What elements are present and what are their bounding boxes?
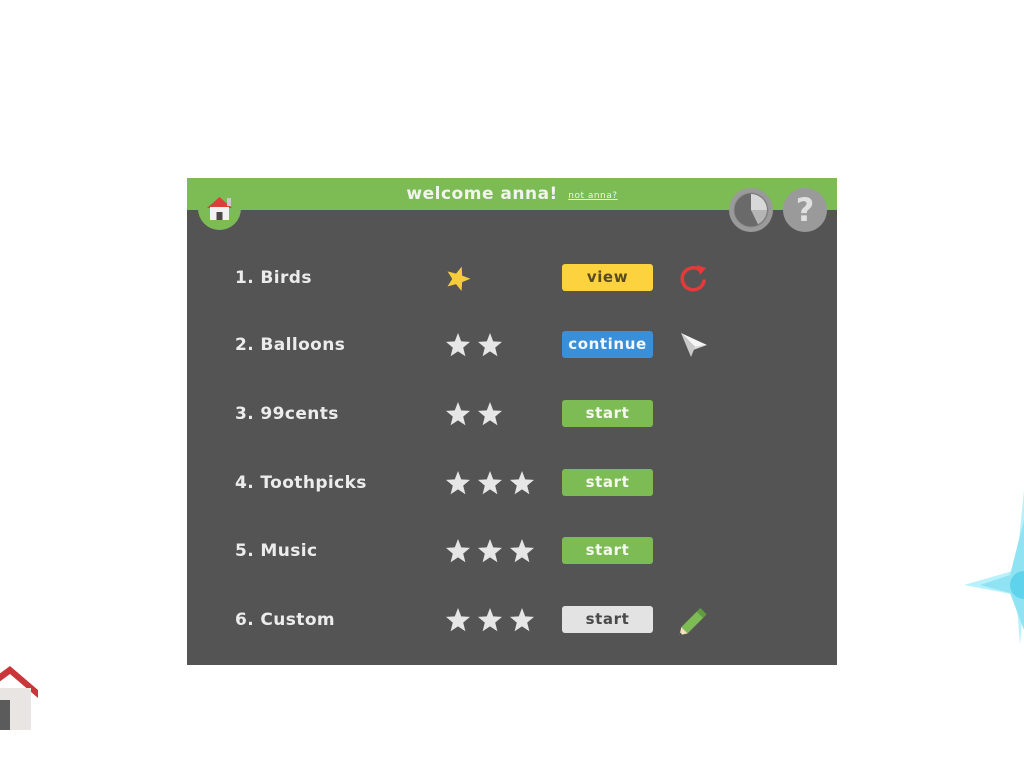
lesson-row: 1. Birds view xyxy=(187,258,837,298)
lesson-row: 3. 99cents start xyxy=(187,394,837,434)
lesson-name: 1. Birds xyxy=(235,268,312,288)
star-empty-icon xyxy=(477,538,503,564)
star-empty-icon xyxy=(509,538,535,564)
lesson-stars xyxy=(445,470,545,496)
lesson-stars xyxy=(445,401,545,427)
start-button[interactable]: start xyxy=(562,537,653,564)
lesson-row: 2. Balloons continue xyxy=(187,325,837,365)
lesson-name: 2. Balloons xyxy=(235,335,346,355)
start-button[interactable]: start xyxy=(562,606,653,633)
star-empty-icon xyxy=(477,607,503,633)
lesson-stars xyxy=(445,265,545,292)
star-empty-icon xyxy=(509,607,535,633)
star-empty-icon xyxy=(477,470,503,496)
star-empty-icon xyxy=(477,401,503,427)
star-empty-icon xyxy=(445,538,471,564)
star-empty-icon xyxy=(509,470,535,496)
help-button[interactable]: ? xyxy=(783,188,827,232)
continue-button[interactable]: continue xyxy=(562,331,653,358)
paper-plane-icon[interactable] xyxy=(677,329,711,361)
lesson-stars xyxy=(445,538,545,564)
start-button[interactable]: start xyxy=(562,400,653,427)
star-earned-icon xyxy=(445,265,471,292)
sparkle-decoration-icon xyxy=(964,490,1024,645)
lesson-panel: welcome anna! not anna? ? 1. Birds view 2.… xyxy=(187,178,837,665)
lesson-row: 6. Custom start xyxy=(187,600,837,640)
welcome-text: welcome anna! xyxy=(406,184,558,204)
home-icon xyxy=(207,197,232,220)
lesson-stars xyxy=(445,607,545,633)
not-user-link[interactable]: not anna? xyxy=(568,191,617,201)
lesson-name: 6. Custom xyxy=(235,610,336,630)
pencil-icon[interactable] xyxy=(677,604,711,636)
lesson-row: 5. Music start xyxy=(187,531,837,571)
stats-button[interactable] xyxy=(729,188,773,232)
lesson-stars xyxy=(445,332,545,358)
lesson-name: 3. 99cents xyxy=(235,404,339,424)
question-mark-icon: ? xyxy=(796,191,815,229)
star-empty-icon xyxy=(445,607,471,633)
lesson-name: 5. Music xyxy=(235,541,318,561)
refresh-icon[interactable] xyxy=(677,262,711,294)
pie-chart-icon xyxy=(733,192,769,228)
star-empty-icon xyxy=(445,470,471,496)
star-empty-icon xyxy=(445,332,471,358)
svg-text:?: ? xyxy=(796,191,815,229)
house-decoration-icon xyxy=(0,666,38,730)
star-empty-icon xyxy=(445,401,471,427)
home-button[interactable] xyxy=(198,187,241,230)
lesson-row: 4. Toothpicks start xyxy=(187,463,837,503)
lesson-name: 4. Toothpicks xyxy=(235,473,367,493)
start-button[interactable]: start xyxy=(562,469,653,496)
view-button[interactable]: view xyxy=(562,264,653,291)
star-empty-icon xyxy=(477,332,503,358)
